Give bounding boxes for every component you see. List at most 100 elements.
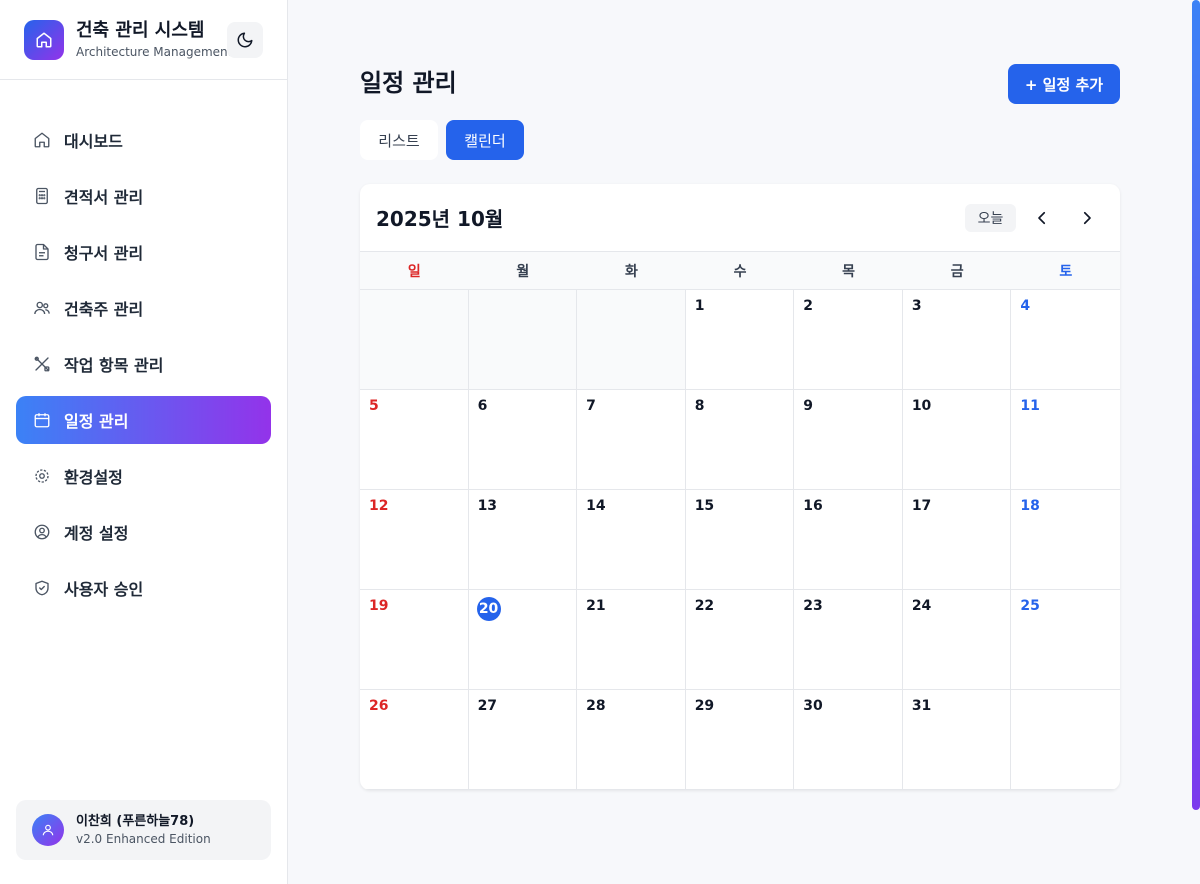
day-number: 4: [1020, 298, 1031, 314]
calendar-day-cell[interactable]: 16: [794, 490, 903, 590]
day-number: 12: [369, 498, 389, 514]
tools-icon: [32, 354, 52, 374]
file-icon: [32, 242, 52, 262]
calendar-day-cell[interactable]: 26: [360, 690, 469, 790]
weekday-label: 화: [625, 263, 638, 280]
calendar-day-cell-today[interactable]: 20: [468, 590, 578, 690]
day-number: 22: [694, 598, 715, 614]
day-number: 26: [369, 698, 389, 714]
scrollbar[interactable]: [1192, 0, 1200, 810]
calendar-day-cell[interactable]: 15: [685, 490, 795, 590]
day-number: 14: [586, 498, 606, 514]
calendar-day-cell[interactable]: 3: [902, 290, 1012, 390]
calendar-day-cell[interactable]: 22: [685, 590, 795, 690]
day-number: 1: [694, 298, 705, 314]
next-month-button[interactable]: [1075, 206, 1099, 230]
sidebar-item-clients[interactable]: 건축주 관리: [16, 284, 271, 332]
calendar-day-cell[interactable]: 8: [685, 390, 795, 490]
sidebar-item-dashboard[interactable]: 대시보드: [16, 116, 271, 164]
day-number: 29: [694, 698, 715, 714]
calendar-day-cell[interactable]: 18: [1011, 490, 1120, 590]
calendar-icon: [32, 410, 52, 430]
users-icon: [32, 298, 52, 318]
calendar-day-cell[interactable]: 12: [360, 490, 469, 590]
user-icon: [42, 824, 54, 836]
page-title: 일정 관리: [360, 69, 457, 97]
user-circle-icon: [32, 522, 52, 542]
calendar-header: 2025년 10월 오늘: [360, 184, 1120, 252]
sidebar-item-settings[interactable]: 환경설정: [16, 452, 271, 500]
weekday-label: 수: [733, 263, 747, 280]
sidebar-item-label: 견적서 관리: [64, 188, 144, 207]
day-number: 27: [477, 698, 498, 714]
sidebar-item-user-approval[interactable]: 사용자 승인: [16, 564, 271, 612]
day-number: 30: [803, 698, 823, 714]
calendar-day-cell[interactable]: 14: [577, 490, 686, 590]
weekday-label: 일: [407, 263, 421, 280]
calendar-day-cell[interactable]: 17: [902, 490, 1012, 590]
calendar-empty-cell: [577, 290, 686, 390]
calendar-day-cell[interactable]: 6: [468, 390, 578, 490]
user-profile-card[interactable]: 이찬희 (푸른하늘78) v2.0 Enhanced Edition: [16, 800, 271, 860]
calendar-day-cell[interactable]: 29: [685, 690, 795, 790]
day-number: 19: [369, 598, 389, 614]
calendar-day-cell[interactable]: 7: [577, 390, 686, 490]
calendar-day-cell[interactable]: 13: [468, 490, 578, 590]
calendar-day-cell[interactable]: 4: [1011, 290, 1120, 390]
home-icon: [32, 130, 52, 150]
app-version: v2.0 Enhanced Edition: [76, 832, 211, 846]
calendar-day-cell[interactable]: 31: [902, 690, 1012, 790]
calendar-day-cell[interactable]: 2: [794, 290, 903, 390]
calendar-day-cell[interactable]: 23: [794, 590, 903, 690]
day-number: 9: [803, 398, 813, 414]
calendar-day-cell[interactable]: 9: [794, 390, 903, 490]
weekday-header: 일 월 화 수 목 금 토: [360, 252, 1120, 290]
day-number: 10: [911, 398, 932, 414]
add-schedule-button[interactable]: + 일정 추가: [1008, 64, 1120, 104]
calendar-empty-cell: [360, 290, 469, 390]
shield-check-icon: [32, 578, 52, 598]
calendar-day-cell[interactable]: 27: [468, 690, 578, 790]
chevron-left-icon: [1038, 211, 1046, 225]
sidebar-item-label: 계정 설정: [64, 524, 129, 543]
day-number: 18: [1020, 498, 1040, 514]
day-number: 7: [586, 398, 596, 414]
day-number: 23: [803, 598, 823, 614]
tab-list-view[interactable]: 리스트: [360, 120, 438, 160]
sidebar-item-account[interactable]: 계정 설정: [16, 508, 271, 556]
sidebar-item-work-items[interactable]: 작업 항목 관리: [16, 340, 271, 388]
home-logo-icon: [24, 19, 64, 60]
calendar-day-cell[interactable]: 25: [1011, 590, 1120, 690]
today-button[interactable]: 오늘: [965, 204, 1016, 232]
tab-calendar-view[interactable]: 캘린더: [446, 120, 524, 160]
calendar-day-cell[interactable]: 28: [577, 690, 686, 790]
day-number: 21: [586, 598, 606, 614]
day-number: 25: [1020, 598, 1040, 614]
day-number: 2: [803, 298, 813, 314]
sidebar-nav: 대시보드 견적서 관리 청구서 관리 건축주 관리 작업 항목 관리 일정 관리…: [16, 116, 271, 620]
calculator-icon: [32, 186, 52, 206]
dark-mode-toggle-button[interactable]: [227, 22, 263, 58]
day-number: 6: [477, 398, 488, 414]
calendar-day-cell[interactable]: 10: [902, 390, 1012, 490]
calendar-day-cell[interactable]: 1: [685, 290, 795, 390]
calendar-day-cell[interactable]: 5: [360, 390, 469, 490]
sidebar-item-schedule[interactable]: 일정 관리: [16, 396, 271, 444]
previous-month-button[interactable]: [1030, 206, 1054, 230]
sidebar-item-estimates[interactable]: 견적서 관리: [16, 172, 271, 220]
weekday-label: 금: [950, 263, 964, 280]
brand-header: 건축 관리 시스템 Architecture Management: [0, 0, 287, 80]
day-number: 31: [911, 698, 932, 714]
calendar-day-cell[interactable]: 30: [794, 690, 903, 790]
calendar-day-cell[interactable]: 19: [360, 590, 469, 690]
gear-icon: [32, 466, 52, 486]
calendar-day-cell[interactable]: 21: [577, 590, 686, 690]
weekday-label: 목: [842, 263, 856, 280]
calendar-day-cell[interactable]: 11: [1011, 390, 1120, 490]
user-name: 이찬희 (푸른하늘78): [76, 814, 195, 829]
day-number: 20: [476, 597, 501, 621]
calendar-grid: 1 2 3 4 5 6 7 8 9 10 11 12 13 14 15 16 17 18 19 20 21 22 23 24 2…: [360, 290, 1120, 790]
sidebar-item-label: 청구서 관리: [64, 244, 144, 263]
sidebar-item-invoices[interactable]: 청구서 관리: [16, 228, 271, 276]
calendar-day-cell[interactable]: 24: [902, 590, 1012, 690]
